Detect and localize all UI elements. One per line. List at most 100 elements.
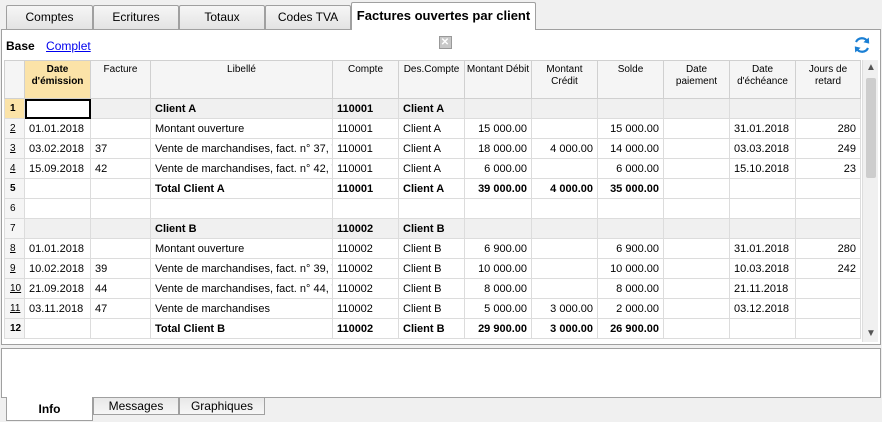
tab-comptes[interactable]: Comptes xyxy=(6,5,93,29)
table-cell[interactable]: Client B xyxy=(398,258,465,279)
table-cell[interactable]: 110001 xyxy=(332,118,399,139)
table-cell[interactable] xyxy=(150,198,333,219)
table-cell[interactable] xyxy=(531,158,598,179)
table-cell[interactable]: Total Client B xyxy=(150,318,333,339)
table-cell[interactable]: 2 000.00 xyxy=(597,298,664,319)
table-cell[interactable] xyxy=(795,218,861,239)
table-cell[interactable]: 280 xyxy=(795,238,861,259)
table-cell[interactable]: 39 xyxy=(90,258,151,279)
row-number[interactable]: 5 xyxy=(4,178,25,199)
table-cell[interactable] xyxy=(90,218,151,239)
table-cell[interactable] xyxy=(663,198,730,219)
table-cell[interactable] xyxy=(663,238,730,259)
table-cell[interactable]: 03.03.2018 xyxy=(729,138,796,159)
table-cell[interactable]: 4 000.00 xyxy=(531,138,598,159)
table-cell[interactable]: 14 000.00 xyxy=(597,138,664,159)
col-header-jours-retard[interactable]: Jours de retard xyxy=(795,60,861,99)
col-header-solde[interactable]: Solde xyxy=(597,60,664,99)
col-header-date-emission[interactable]: Date d'émission xyxy=(24,60,91,99)
table-cell[interactable] xyxy=(729,178,796,199)
table-cell[interactable] xyxy=(597,198,664,219)
table-row[interactable]: 2 01.01.2018 Montant ouverture 110001 Client… xyxy=(4,118,861,139)
table-cell[interactable] xyxy=(531,218,598,239)
table-cell[interactable]: 280 xyxy=(795,118,861,139)
col-header-date-paiement[interactable]: Date paiement xyxy=(663,60,730,99)
table-cell[interactable]: Client B xyxy=(398,238,465,259)
table-cell[interactable] xyxy=(663,278,730,299)
table-cell[interactable]: Client B xyxy=(398,298,465,319)
table-cell[interactable]: Vente de marchandises, fact. n° 44, T xyxy=(150,278,333,299)
row-number[interactable]: 2 xyxy=(4,118,25,139)
scroll-down-icon[interactable]: ▼ xyxy=(863,326,879,342)
table-cell[interactable] xyxy=(398,198,465,219)
table-cell[interactable]: 37 xyxy=(90,138,151,159)
table-row[interactable]: 1 Client A 110001 Client A xyxy=(4,98,861,119)
table-row[interactable]: 3 03.02.2018 37 Vente de marchandises, fact… xyxy=(4,138,861,159)
table-cell[interactable]: Client A xyxy=(398,138,465,159)
table-cell[interactable] xyxy=(729,98,796,119)
table-cell[interactable]: 10.02.2018 xyxy=(24,258,91,279)
table-cell[interactable] xyxy=(24,198,91,219)
table-cell[interactable] xyxy=(729,198,796,219)
scroll-up-icon[interactable]: ▲ xyxy=(863,60,879,76)
table-cell[interactable]: 249 xyxy=(795,138,861,159)
table-cell[interactable]: 110002 xyxy=(332,318,399,339)
table-cell[interactable] xyxy=(795,318,861,339)
table-cell[interactable]: 6 900.00 xyxy=(464,238,532,259)
table-row[interactable]: 9 10.02.2018 39 Vente de marchandises, fact… xyxy=(4,258,861,279)
table-cell[interactable] xyxy=(795,178,861,199)
table-cell[interactable]: 15 000.00 xyxy=(597,118,664,139)
table-row[interactable]: 8 01.01.2018 Montant ouverture 110002 Client… xyxy=(4,238,861,259)
table-cell[interactable] xyxy=(597,98,664,119)
table-cell[interactable]: Client A xyxy=(398,118,465,139)
table-cell[interactable]: 42 xyxy=(90,158,151,179)
table-cell[interactable]: Montant ouverture xyxy=(150,118,333,139)
table-cell[interactable]: 8 000.00 xyxy=(597,278,664,299)
vertical-scrollbar[interactable]: ▲ ▼ xyxy=(862,60,878,342)
table-cell[interactable] xyxy=(24,178,91,199)
tab-factures-ouvertes[interactable]: Factures ouvertes par client ✕ xyxy=(351,2,536,49)
scroll-thumb[interactable] xyxy=(866,78,876,178)
table-row[interactable]: 7 Client B 110002 Client B xyxy=(4,218,861,239)
table-cell[interactable] xyxy=(531,278,598,299)
row-number[interactable]: 7 xyxy=(4,218,25,239)
table-cell[interactable]: 21.11.2018 xyxy=(729,278,796,299)
table-cell[interactable]: 01.01.2018 xyxy=(24,238,91,259)
table-cell[interactable]: 15.09.2018 xyxy=(24,158,91,179)
col-header-des-compte[interactable]: Des.Compte xyxy=(398,60,465,99)
table-cell[interactable]: 31.01.2018 xyxy=(729,238,796,259)
tab-graphiques[interactable]: Graphiques xyxy=(179,398,265,415)
table-cell[interactable]: 110001 xyxy=(332,138,399,159)
col-header-compte[interactable]: Compte xyxy=(332,60,399,99)
table-cell[interactable] xyxy=(90,178,151,199)
row-number[interactable]: 4 xyxy=(4,158,25,179)
table-cell[interactable] xyxy=(24,318,91,339)
table-cell[interactable] xyxy=(795,198,861,219)
table-cell[interactable]: 44 xyxy=(90,278,151,299)
col-header-montant-credit[interactable]: Montant Crédit xyxy=(531,60,598,99)
view-complet[interactable]: Complet xyxy=(46,39,91,53)
table-cell[interactable] xyxy=(332,198,399,219)
table-cell[interactable]: 6 000.00 xyxy=(464,158,532,179)
table-cell[interactable]: 110002 xyxy=(332,278,399,299)
table-cell[interactable]: 26 900.00 xyxy=(597,318,664,339)
table-cell[interactable]: Vente de marchandises, fact. n° 37, T xyxy=(150,138,333,159)
table-cell[interactable]: 110001 xyxy=(332,178,399,199)
table-cell[interactable] xyxy=(90,98,151,119)
table-cell[interactable] xyxy=(663,178,730,199)
row-number[interactable]: 1 xyxy=(4,98,25,119)
table-cell[interactable]: 110002 xyxy=(332,218,399,239)
table-cell[interactable]: Client A xyxy=(150,98,333,119)
table-row[interactable]: 12 Total Client B 110002 Client B 29 900.00 3… xyxy=(4,318,861,339)
table-row[interactable]: 4 15.09.2018 42 Vente de marchandises, fact… xyxy=(4,158,861,179)
table-cell[interactable]: 6 000.00 xyxy=(597,158,664,179)
table-cell[interactable]: 242 xyxy=(795,258,861,279)
table-row[interactable]: 6 xyxy=(4,198,861,219)
table-cell[interactable]: 03.02.2018 xyxy=(24,138,91,159)
table-cell[interactable]: 110002 xyxy=(332,298,399,319)
table-cell[interactable]: Client A xyxy=(398,158,465,179)
table-cell[interactable] xyxy=(531,118,598,139)
table-cell[interactable] xyxy=(729,318,796,339)
table-cell[interactable]: 47 xyxy=(90,298,151,319)
row-number[interactable]: 9 xyxy=(4,258,25,279)
